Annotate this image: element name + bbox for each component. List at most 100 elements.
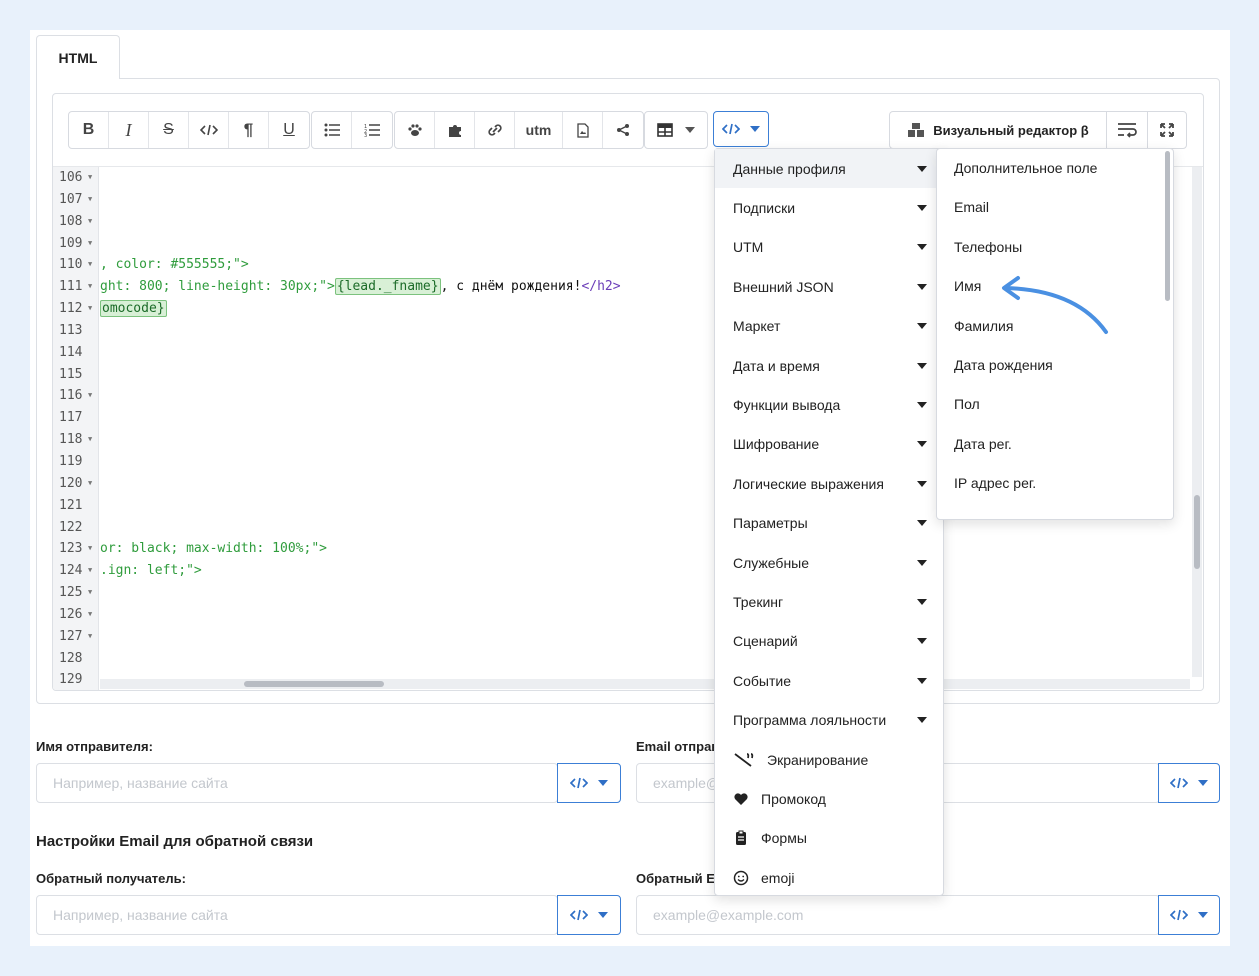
sender-name-input[interactable]: Например, название сайта bbox=[36, 763, 558, 803]
table-button[interactable] bbox=[645, 112, 707, 148]
bold-button[interactable]: B bbox=[69, 112, 109, 148]
fold-toggle-icon[interactable]: ▼ bbox=[88, 560, 92, 582]
line-number: 112 ▼ bbox=[53, 298, 98, 320]
fold-toggle-icon[interactable]: ▼ bbox=[88, 167, 92, 189]
submenu-item[interactable]: Дата рег. bbox=[937, 425, 1173, 464]
fullscreen-button[interactable] bbox=[1147, 111, 1187, 149]
menu-item-label: Внешний JSON bbox=[733, 278, 834, 295]
vertical-scrollbar[interactable] bbox=[1192, 167, 1202, 677]
submenu-item[interactable]: Email bbox=[937, 188, 1173, 227]
menu-item-escaping[interactable]: Экранирование bbox=[715, 740, 943, 779]
menu-item[interactable]: Трекинг bbox=[715, 582, 943, 621]
fold-toggle-icon[interactable]: ▼ bbox=[88, 211, 92, 233]
line-number: 128 bbox=[53, 648, 98, 670]
menu-item-label: Параметры bbox=[733, 515, 808, 532]
fold-toggle-icon[interactable]: ▼ bbox=[88, 473, 92, 495]
menu-item[interactable]: Маркет bbox=[715, 307, 943, 346]
svg-text:3: 3 bbox=[364, 133, 367, 137]
submenu-item[interactable]: Дата рождения bbox=[937, 346, 1173, 385]
code-text: or: black; max-width: 100%;"> bbox=[100, 541, 327, 557]
code-inline-button[interactable] bbox=[189, 112, 229, 148]
feedback-email-input[interactable]: example@example.com bbox=[636, 895, 1160, 935]
word-wrap-button[interactable] bbox=[1106, 111, 1148, 149]
line-number-text: 121 bbox=[59, 497, 83, 513]
fold-toggle-icon[interactable]: ▼ bbox=[88, 254, 92, 276]
italic-button[interactable]: I bbox=[109, 112, 149, 148]
menu-item[interactable]: Логические выражения bbox=[715, 464, 943, 503]
menu-item[interactable]: Дата и время bbox=[715, 346, 943, 385]
fold-toggle-icon[interactable]: ▼ bbox=[88, 276, 92, 298]
line-number: 120 ▼ bbox=[53, 473, 98, 495]
scroll-thumb[interactable] bbox=[244, 681, 384, 687]
fold-toggle-icon[interactable]: ▼ bbox=[88, 604, 92, 626]
fold-toggle-icon[interactable]: ▼ bbox=[88, 298, 92, 320]
menu-item[interactable]: Параметры bbox=[715, 504, 943, 543]
menu-item-emoji[interactable]: emoji bbox=[715, 858, 943, 897]
code-icon bbox=[1170, 909, 1188, 921]
share-button[interactable] bbox=[603, 112, 643, 148]
fold-toggle-icon[interactable]: ▼ bbox=[88, 189, 92, 211]
submenu-item[interactable]: Пол bbox=[937, 385, 1173, 424]
feedback-recipient-input[interactable]: Например, название сайта bbox=[36, 895, 558, 935]
line-number-text: 128 bbox=[59, 650, 83, 666]
menu-item-label: Сценарий bbox=[733, 633, 798, 650]
fold-toggle-icon[interactable]: ▼ bbox=[88, 233, 92, 255]
heart-icon bbox=[734, 793, 748, 805]
utm-button[interactable]: utm bbox=[515, 112, 563, 148]
table-group bbox=[644, 111, 708, 149]
menu-item-promocode[interactable]: Промокод bbox=[715, 779, 943, 818]
line-number-text: 111 bbox=[59, 279, 83, 295]
submenu-item[interactable]: IP адрес рег. bbox=[937, 464, 1173, 503]
line-number-text: 106 bbox=[59, 170, 83, 185]
feedback-recipient-variable-button[interactable] bbox=[557, 895, 621, 935]
menu-item[interactable]: UTM bbox=[715, 228, 943, 267]
feedback-section-title: Настройки Email для обратной связи bbox=[36, 833, 314, 850]
fold-toggle-icon[interactable]: ▼ bbox=[88, 385, 92, 407]
sender-email-label: Email отправ bbox=[636, 739, 720, 754]
numbered-list-button[interactable]: 123 bbox=[352, 112, 392, 148]
code-text: , color: #555555;"> bbox=[100, 257, 249, 273]
underline-button[interactable]: U bbox=[269, 112, 309, 148]
line-number-text: 109 bbox=[59, 235, 83, 251]
visual-editor-button[interactable]: Визуальный редактор β bbox=[889, 111, 1107, 149]
plugin-button[interactable] bbox=[435, 112, 475, 148]
submenu-item[interactable]: Телефоны bbox=[937, 228, 1173, 267]
fold-toggle-icon[interactable]: ▼ bbox=[88, 626, 92, 648]
variable-token: {lead._fname} bbox=[334, 278, 441, 296]
submenu-caret-icon bbox=[917, 283, 927, 290]
sender-email-variable-button[interactable] bbox=[1158, 763, 1220, 803]
horizontal-scrollbar[interactable] bbox=[100, 679, 1190, 689]
strikethrough-button[interactable]: S bbox=[149, 112, 189, 148]
file-button[interactable] bbox=[563, 112, 603, 148]
menu-item[interactable]: Сценарий bbox=[715, 622, 943, 661]
bullet-list-button[interactable] bbox=[312, 112, 352, 148]
menu-item[interactable]: Шифрование bbox=[715, 425, 943, 464]
line-number-text: 107 bbox=[59, 191, 83, 207]
fold-toggle-icon[interactable]: ▼ bbox=[88, 582, 92, 604]
submenu-item[interactable]: Дополнительное поле bbox=[937, 149, 1173, 188]
fullscreen-icon bbox=[1160, 123, 1174, 137]
sender-name-variable-button[interactable] bbox=[557, 763, 621, 803]
share-icon bbox=[617, 124, 629, 136]
submenu-scrollbar[interactable] bbox=[1165, 151, 1170, 301]
menu-item[interactable]: Служебные bbox=[715, 543, 943, 582]
paw-button[interactable] bbox=[395, 112, 435, 148]
fold-toggle-icon[interactable]: ▼ bbox=[88, 538, 92, 560]
feedback-email-variable-button[interactable] bbox=[1158, 895, 1220, 935]
paragraph-button[interactable]: ¶ bbox=[229, 112, 269, 148]
scroll-thumb[interactable] bbox=[1194, 495, 1200, 569]
menu-item[interactable]: Данные профиля bbox=[715, 149, 943, 189]
link-button[interactable] bbox=[475, 112, 515, 148]
menu-item[interactable]: Программа лояльности bbox=[715, 700, 943, 739]
menu-item[interactable]: Функции вывода bbox=[715, 385, 943, 424]
insert-variable-button[interactable] bbox=[713, 111, 769, 147]
table-icon bbox=[657, 123, 673, 137]
code-tag: </h2> bbox=[581, 279, 621, 295]
menu-item[interactable]: Подписки bbox=[715, 188, 943, 227]
menu-item-forms[interactable]: Формы bbox=[715, 819, 943, 858]
code-text: , с днём рождения! bbox=[440, 279, 582, 295]
menu-item[interactable]: Событие bbox=[715, 661, 943, 700]
tab-html[interactable]: HTML bbox=[36, 35, 120, 79]
menu-item[interactable]: Внешний JSON bbox=[715, 267, 943, 306]
fold-toggle-icon[interactable]: ▼ bbox=[88, 429, 92, 451]
